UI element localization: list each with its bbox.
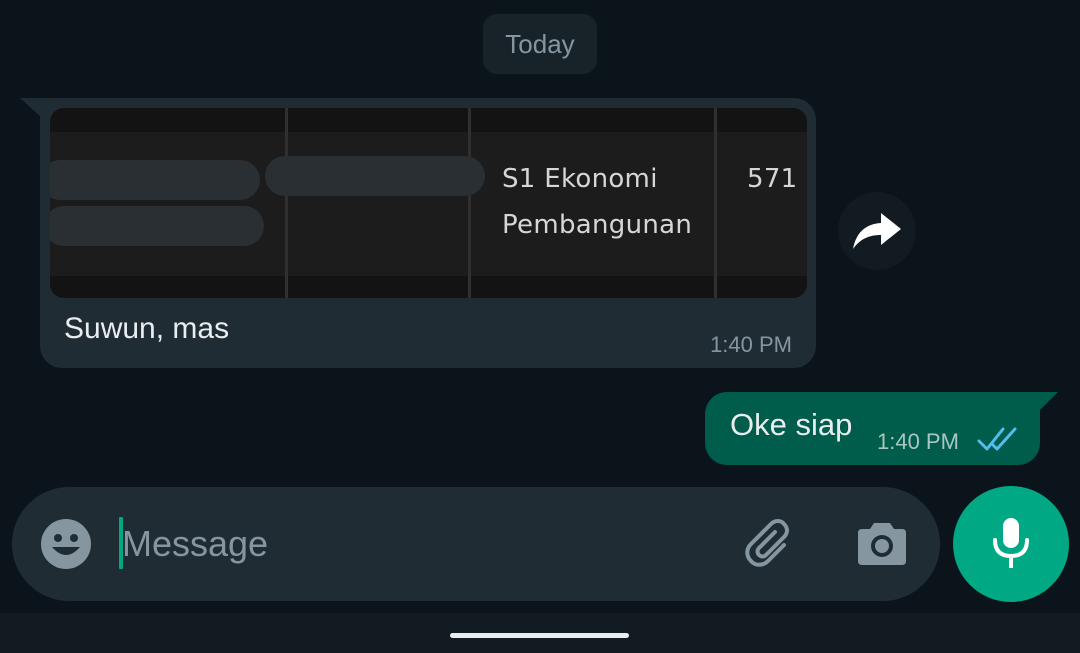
outgoing-message[interactable]: Oke siap 1:40 PM: [705, 392, 1058, 465]
date-separator: Today: [483, 14, 597, 74]
redacted-cell: [50, 206, 264, 246]
forward-icon: [853, 213, 901, 249]
image-attachment[interactable]: S1 Ekonomi Pembangunan 571: [50, 108, 807, 298]
table-cell-number: 571: [747, 164, 798, 194]
system-navigation-bar: [0, 613, 1080, 653]
redacted-cell: [265, 156, 485, 196]
outgoing-message-text: Oke siap: [730, 407, 853, 442]
incoming-message[interactable]: S1 Ekonomi Pembangunan 571 Suwun, mas 1:…: [20, 98, 816, 368]
table-cell-program: S1 Ekonomi: [502, 164, 658, 194]
double-check-icon: [977, 427, 1017, 451]
microphone-icon: [993, 518, 1029, 568]
outgoing-bubble-tail: [1040, 392, 1058, 410]
date-separator-label: Today: [505, 28, 575, 59]
redacted-cell: [50, 160, 260, 200]
table-cell-program-2: Pembangunan: [502, 210, 693, 240]
message-composer: [12, 487, 940, 601]
message-input[interactable]: [122, 517, 722, 571]
emoji-icon[interactable]: [39, 517, 93, 571]
paperclip-icon[interactable]: [744, 517, 800, 573]
voice-message-button[interactable]: [953, 486, 1069, 602]
incoming-message-time: 1:40 PM: [710, 332, 792, 357]
home-gesture-handle[interactable]: [450, 633, 629, 638]
camera-icon[interactable]: [854, 517, 910, 573]
incoming-bubble-tail: [20, 98, 40, 116]
incoming-message-text: Suwun, mas: [64, 312, 230, 345]
forward-button[interactable]: [838, 192, 916, 270]
outgoing-message-time: 1:40 PM: [877, 429, 959, 454]
